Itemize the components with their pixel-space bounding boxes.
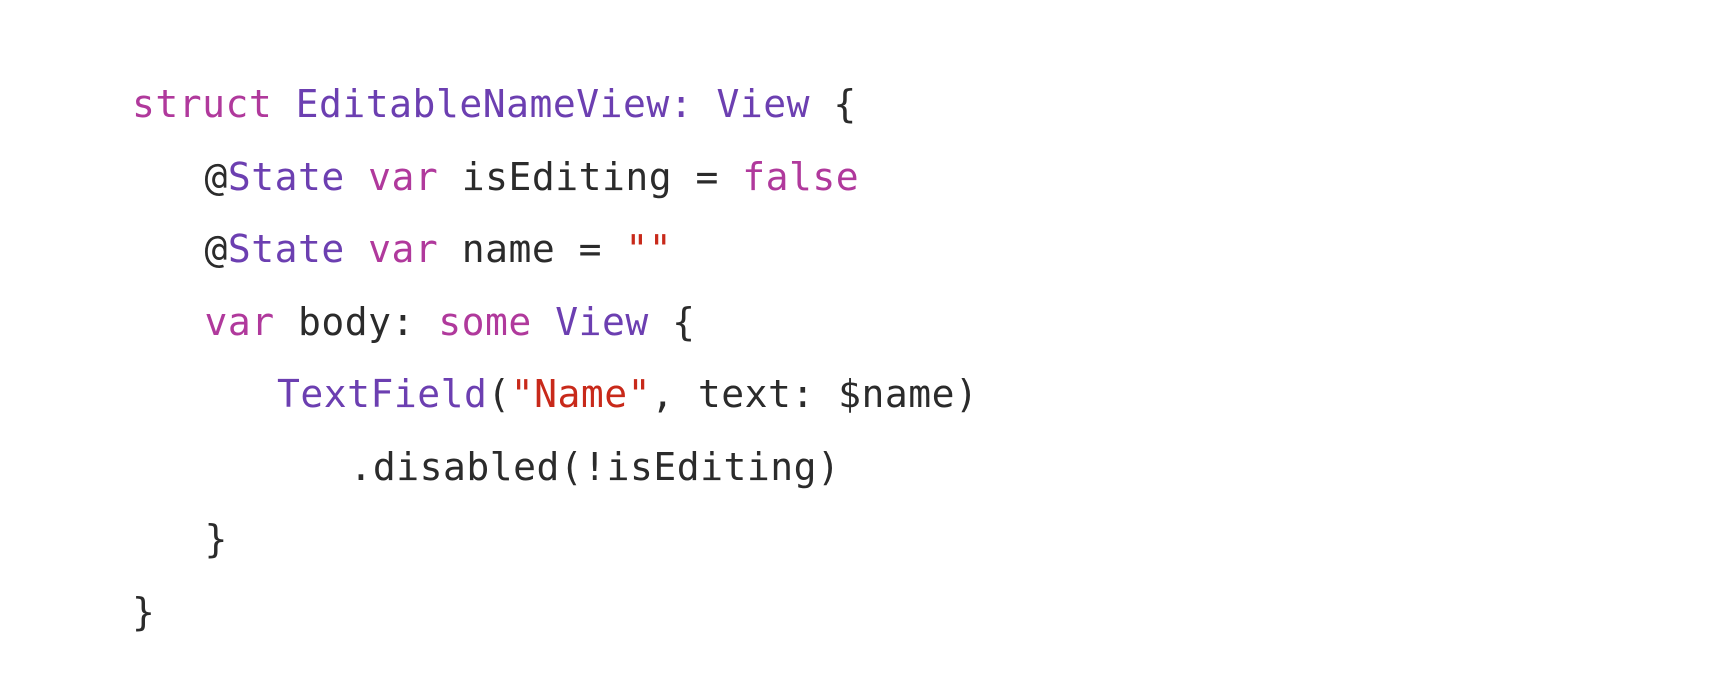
code-token-type: EditableNameView (295, 82, 670, 126)
code-line: struct EditableNameView: View { (132, 68, 978, 141)
code-token-plain: name = (438, 227, 626, 271)
code-line: .disabled(!isEditing) (132, 431, 978, 504)
code-token-plain: { (810, 82, 857, 126)
code-token-plain: , text: $name) (651, 372, 979, 416)
code-token-string: "Name" (510, 372, 652, 416)
code-token-keyword: var (368, 227, 439, 271)
code-token-plain: body: (274, 299, 439, 344)
code-token-keyword: var (204, 299, 275, 344)
code-token-plain: } (204, 517, 228, 561)
code-token-keyword: struct (132, 82, 273, 126)
code-token-plain: @ (204, 227, 228, 271)
code-line: @State var name = "" (132, 213, 978, 286)
code-token-plain: ( (487, 372, 511, 416)
code-token-plain: @ (204, 154, 228, 199)
code-line: var body: some View { (132, 286, 978, 359)
code-line: } (132, 576, 978, 649)
code-token-keyword: some (438, 299, 532, 344)
code-line: TextField("Name", text: $name) (132, 358, 978, 431)
code-line: } (132, 503, 978, 576)
code-token-keyword: false (742, 154, 860, 199)
code-line: @State var isEditing = false (132, 141, 978, 214)
code-block: struct EditableNameView: View {@State va… (132, 68, 978, 648)
code-token-keyword: var (368, 154, 439, 199)
code-token-type: View (555, 299, 649, 344)
code-token-type: View (716, 82, 810, 126)
code-token-type: State (227, 154, 345, 199)
code-token-plain: { (648, 299, 696, 344)
code-token-type: : (669, 82, 717, 126)
code-token-plain: isEditing = (438, 154, 743, 199)
code-token-plain: } (132, 589, 156, 634)
code-token-plain: .disabled(!isEditing) (349, 444, 841, 489)
code-token-type: TextField (277, 372, 488, 416)
code-token-type: State (227, 227, 345, 271)
code-token-string: "" (625, 227, 673, 271)
